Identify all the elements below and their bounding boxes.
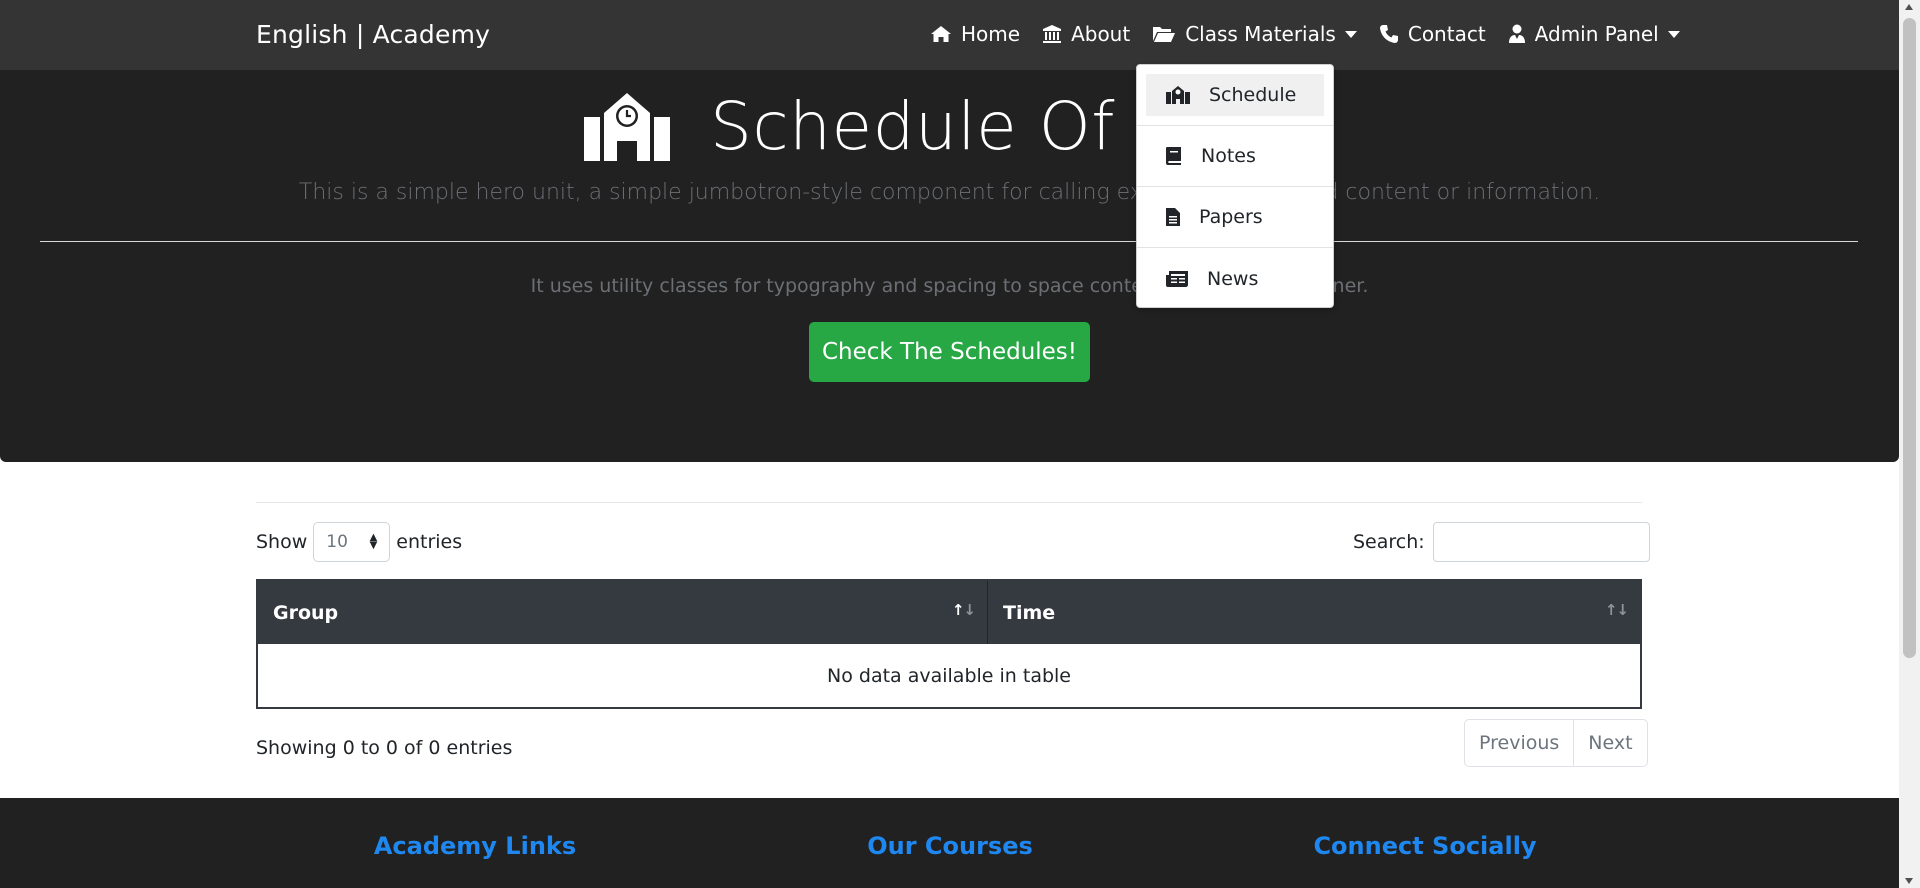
hero-lead-visible-start: This is a simple hero unit, a simple jum… xyxy=(298,180,1195,205)
dropdown-label-papers: Papers xyxy=(1199,206,1263,228)
sort-icon: ↑↓ xyxy=(951,601,976,619)
entries-length-control: Show 10 ▲ ▼ entries xyxy=(256,522,462,562)
nav-item-admin-panel[interactable]: Admin Panel xyxy=(1508,22,1680,46)
newspaper-icon xyxy=(1166,270,1188,287)
caret-down-icon xyxy=(1667,30,1680,38)
scroll-up-arrow-icon[interactable] xyxy=(1905,4,1913,10)
nav-label-about: About xyxy=(1071,22,1131,46)
page-scrollbar[interactable] xyxy=(1899,0,1920,888)
book-icon xyxy=(1166,147,1181,165)
nav-item-about[interactable]: About xyxy=(1042,22,1130,46)
folder-open-icon xyxy=(1153,27,1176,42)
nav-item-home[interactable]: Home xyxy=(930,22,1020,46)
nav-menu: Home About Class Materials Contact Admin… xyxy=(930,22,1702,46)
nav-label-admin-panel: Admin Panel xyxy=(1534,22,1659,46)
entries-select-value: 10 xyxy=(326,532,348,552)
column-header-group[interactable]: Group ↑↓ xyxy=(258,581,988,644)
check-schedules-button[interactable]: Check The Schedules! xyxy=(809,322,1090,382)
hero-title-row: Schedule Of Cl xyxy=(582,88,1202,165)
nav-label-contact: Contact xyxy=(1407,22,1486,46)
file-alt-icon xyxy=(1166,208,1180,226)
length-suffix-label: entries xyxy=(396,531,463,553)
nav-label-home: Home xyxy=(961,22,1021,46)
nav-item-contact[interactable]: Contact xyxy=(1379,22,1486,46)
footer-heading-connect-socially: Connect Socially xyxy=(1313,832,1537,860)
sort-icon: ↑↓ xyxy=(1604,601,1629,619)
column-header-time[interactable]: Time ↑↓ xyxy=(988,581,1640,644)
table-header: Group ↑↓ Time ↑↓ xyxy=(258,581,1640,644)
schedule-table: Group ↑↓ Time ↑↓ No data available in ta… xyxy=(256,579,1642,709)
dropdown-label-schedule: Schedule xyxy=(1209,84,1297,106)
hero-sub-visible-start: It uses utility classes for typography a… xyxy=(530,275,1200,297)
empty-message: No data available in table xyxy=(827,664,1071,687)
nav-item-class-materials[interactable]: Class Materials xyxy=(1152,22,1357,46)
user-tie-icon xyxy=(1508,24,1525,43)
navbar: English | Academy Home About Class Mater… xyxy=(0,0,1899,70)
dropdown-item-papers[interactable]: Papers xyxy=(1137,187,1333,248)
nav-label-class-materials: Class Materials xyxy=(1185,22,1336,46)
footer-heading-our-courses: Our Courses xyxy=(867,832,1033,860)
next-page-button[interactable]: Next xyxy=(1574,720,1646,766)
footer-heading-academy-links: Academy Links xyxy=(373,832,577,860)
dropdown-label-notes: Notes xyxy=(1201,145,1256,167)
dropdown-label-news: News xyxy=(1207,267,1259,290)
dropdown-item-schedule[interactable]: Schedule xyxy=(1146,74,1324,116)
page-title: Schedule Of Cl xyxy=(710,88,1202,165)
pagination: Previous Next xyxy=(1464,719,1648,767)
search-input[interactable] xyxy=(1432,522,1650,562)
column-label-time: Time xyxy=(1003,601,1056,624)
phone-icon xyxy=(1379,25,1398,43)
entries-select[interactable]: 10 ▲ ▼ xyxy=(313,522,391,562)
hero-lead-text: This is a simple hero unit, a simple jum… xyxy=(0,180,1899,205)
hero-divider xyxy=(40,241,1858,242)
dropdown-item-notes[interactable]: Notes xyxy=(1137,126,1333,187)
class-materials-dropdown: Schedule Notes Papers News xyxy=(1136,64,1334,308)
footer: Academy Links Our Courses Connect Social… xyxy=(0,798,1899,888)
hero-jumbotron: Schedule Of Cl This is a simple hero uni… xyxy=(0,70,1899,462)
home-icon xyxy=(931,26,951,42)
university-icon xyxy=(1043,25,1062,43)
select-arrows-icon: ▲ ▼ xyxy=(369,532,378,551)
search-label: Search: xyxy=(1353,531,1425,553)
table-empty-row: No data available in table xyxy=(258,644,1640,707)
brand-link[interactable]: English | Academy xyxy=(256,20,490,49)
previous-page-button[interactable]: Previous xyxy=(1465,720,1575,766)
column-label-group: Group xyxy=(273,601,339,624)
dropdown-item-news[interactable]: News xyxy=(1137,248,1333,309)
hero-lead-visible-end: d content or information. xyxy=(1324,180,1601,205)
table-info: Showing 0 to 0 of 0 entries xyxy=(256,737,513,759)
hero-sub-text: It uses utility classes for typography a… xyxy=(0,275,1899,297)
section-divider xyxy=(256,502,1642,503)
scrollbar-thumb[interactable] xyxy=(1903,18,1916,658)
scroll-down-arrow-icon[interactable] xyxy=(1905,878,1913,884)
caret-down-icon xyxy=(1344,30,1357,38)
school-icon xyxy=(1166,86,1190,104)
table-search: Search: xyxy=(1353,522,1650,562)
school-icon xyxy=(584,92,670,161)
length-prefix-label: Show xyxy=(256,531,308,553)
